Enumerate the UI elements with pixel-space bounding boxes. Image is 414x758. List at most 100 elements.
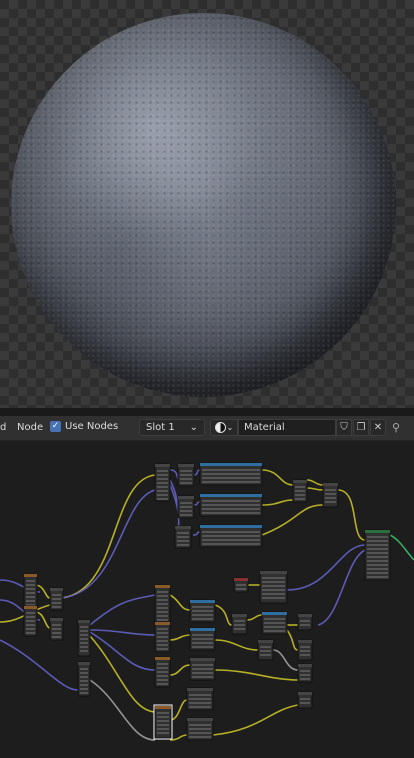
shader-node[interactable] (189, 657, 216, 681)
menu-node[interactable]: Node (17, 422, 43, 433)
shader-node[interactable] (154, 584, 171, 624)
shader-node[interactable] (297, 613, 313, 631)
shader-node[interactable] (364, 529, 391, 581)
checkbox-icon[interactable]: ✓ (50, 421, 61, 432)
node-socket-row (367, 576, 388, 578)
slot-dropdown[interactable]: Slot 1 ⌄ (139, 419, 205, 436)
shader-node[interactable] (174, 525, 192, 549)
node-wire (61, 489, 156, 599)
shader-node[interactable] (177, 495, 195, 519)
node-socket-row (202, 481, 260, 483)
shader-node[interactable] (297, 691, 313, 709)
node-graph (0, 462, 414, 741)
shader-node[interactable] (259, 570, 288, 604)
node-socket-row (300, 646, 310, 648)
shader-node[interactable] (199, 462, 263, 486)
shader-node[interactable] (154, 656, 171, 688)
node-socket-row (189, 694, 211, 696)
node-header (232, 614, 247, 617)
nodes (23, 462, 391, 741)
node-socket-row (26, 592, 35, 594)
shader-node[interactable] (154, 463, 171, 502)
shader-node[interactable] (231, 613, 248, 635)
node-editor-canvas[interactable] (0, 441, 414, 758)
node-socket-row (26, 624, 35, 626)
node-socket-row (295, 486, 305, 488)
shader-node[interactable] (154, 621, 171, 653)
node-wire (389, 534, 414, 561)
node-socket-row (189, 736, 211, 738)
pin-icon[interactable]: ⚲ (392, 421, 400, 434)
node-socket-row (157, 498, 168, 500)
menu-add-partial[interactable]: d (0, 422, 6, 433)
shader-node[interactable] (292, 479, 308, 503)
shader-node[interactable] (189, 627, 216, 651)
node-header (78, 662, 90, 665)
node-socket-row (157, 591, 168, 593)
shader-node[interactable] (49, 617, 64, 641)
node-socket-row (192, 634, 213, 636)
use-nodes-toggle[interactable]: ✓ Use Nodes (50, 421, 118, 432)
node-header (200, 494, 262, 497)
shader-node[interactable] (23, 605, 38, 637)
node-socket-row (189, 732, 211, 734)
node-socket-row (157, 482, 168, 484)
node-socket-row (202, 473, 260, 475)
shader-node[interactable] (257, 639, 274, 661)
shader-node[interactable] (77, 619, 91, 657)
unlink-material-button[interactable]: ✕ (370, 419, 386, 436)
node-wire (214, 604, 233, 626)
node-header (258, 640, 273, 643)
node-body (77, 661, 91, 697)
node-socket-row (52, 606, 61, 608)
shader-node[interactable] (297, 663, 313, 683)
shader-node[interactable] (261, 611, 288, 635)
shader-node[interactable] (49, 587, 64, 611)
node-header (323, 483, 338, 486)
fake-user-button[interactable]: ⛉ (336, 419, 352, 436)
node-wire (214, 639, 259, 651)
node-socket-row (260, 646, 271, 648)
node-socket-row (157, 474, 168, 476)
node-socket-row (157, 728, 169, 730)
node-header (187, 718, 213, 721)
node-header (155, 585, 170, 588)
node-socket-row (367, 564, 388, 566)
node-socket-row (26, 584, 35, 586)
node-wire (246, 614, 263, 621)
node-socket-row (157, 603, 168, 605)
duplicate-material-button[interactable]: ❐ (353, 419, 369, 436)
node-wire (89, 679, 156, 741)
shader-node[interactable] (233, 577, 249, 593)
node-socket-row (260, 650, 271, 652)
shader-node[interactable] (186, 687, 214, 711)
node-header (190, 628, 215, 631)
shader-node[interactable] (199, 493, 263, 517)
shader-node[interactable] (189, 599, 216, 623)
node-socket-row (52, 602, 61, 604)
shader-ball-icon (214, 422, 226, 433)
node-socket-row (157, 732, 169, 734)
shader-node[interactable] (186, 717, 214, 741)
node-socket-row (367, 560, 388, 562)
node-socket-row (202, 508, 260, 510)
shader-node[interactable] (177, 463, 195, 487)
preview-sphere (11, 13, 396, 397)
node-socket-row (300, 654, 310, 656)
material-browse-button[interactable]: ⌄ (210, 419, 238, 436)
node-socket-row (262, 589, 285, 591)
material-name: Material (244, 422, 285, 433)
node-wire (169, 594, 191, 611)
node-wire (89, 594, 156, 626)
shader-node[interactable] (297, 639, 313, 661)
shader-node[interactable] (322, 482, 339, 508)
node-wire (214, 669, 299, 681)
chevron-down-icon: ⌄ (226, 423, 234, 432)
material-preview-viewport[interactable] (0, 0, 414, 408)
material-name-field[interactable]: Material (238, 419, 336, 436)
shader-node[interactable] (199, 524, 263, 548)
shader-node[interactable] (154, 705, 172, 739)
area-divider[interactable] (0, 408, 414, 416)
shader-node[interactable] (77, 661, 91, 697)
node-socket-row (325, 493, 336, 495)
